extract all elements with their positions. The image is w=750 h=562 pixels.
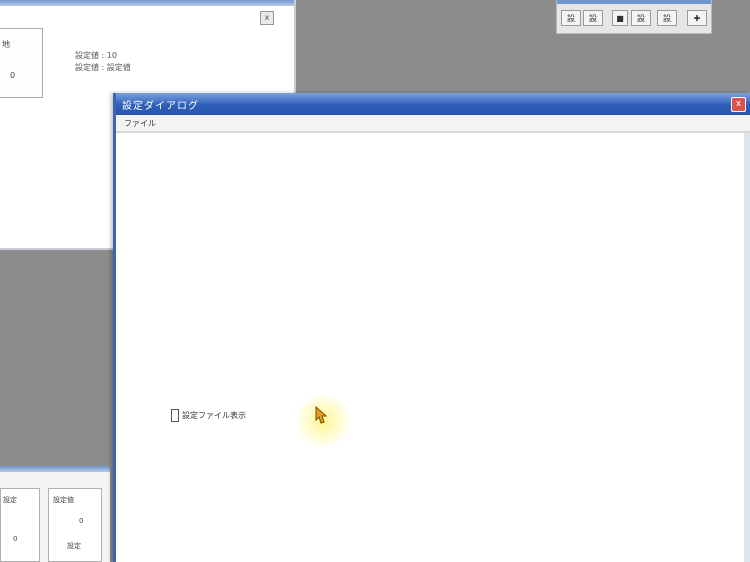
main-dialog-title-bar[interactable]: 設定ダイアログ x [116, 93, 750, 115]
bottom-panel-right[interactable]: 設定値 0 設定 [48, 488, 102, 562]
bottom-panel-text: 0 [13, 535, 18, 543]
floating-toolbar: 設 設 ■ 設 設 ✚ [556, 0, 712, 34]
back-window-info-line: 設定値 : 設定値 [75, 63, 131, 72]
toolbar-title-strip[interactable] [557, 0, 711, 4]
bottom-panel-text: 設定値 [53, 496, 74, 504]
toolbar-button[interactable]: 設 [657, 10, 677, 26]
toolbar-button[interactable]: 設 [631, 10, 651, 26]
vertical-scrollbar[interactable] [744, 133, 750, 562]
main-dialog-close-icon[interactable]: x [731, 97, 746, 112]
main-dialog-window: 設定ダイアログ x ファイル 設定ファイル表示 [113, 93, 750, 562]
option-checkbox-label: 設定ファイル表示 [182, 411, 246, 420]
bottom-panel-title-strip[interactable] [0, 466, 110, 472]
toolbar-add-icon[interactable]: ✚ [687, 10, 707, 26]
back-window-close-icon[interactable]: x [260, 11, 274, 25]
back-window-info-line: 設定値 : 10 [75, 51, 117, 60]
option-checkbox[interactable] [171, 409, 179, 422]
bottom-left-panels: 設定 0 設定値 0 設定 [0, 466, 110, 562]
tree-node-label: 地 [2, 40, 10, 49]
tree-node-value: 0 [10, 71, 16, 80]
menu-item-file[interactable]: ファイル [124, 118, 156, 129]
bottom-panel-text: 設定 [67, 542, 81, 550]
menu-bar: ファイル [116, 115, 750, 133]
toolbar-button[interactable]: 設 [561, 10, 581, 26]
bottom-panel-text: 0 [79, 517, 84, 525]
main-dialog-title: 設定ダイアログ [122, 101, 199, 112]
toolbar-button[interactable]: 設 [583, 10, 603, 26]
back-window-tree-panel[interactable]: 地 0 [0, 28, 43, 98]
pointer-cursor-icon [315, 405, 328, 424]
back-window-title-strip[interactable] [0, 0, 294, 6]
bottom-panel-left[interactable]: 設定 0 [0, 488, 40, 562]
toolbar-button[interactable]: ■ [612, 10, 628, 26]
bottom-panel-text: 設定 [3, 496, 17, 504]
checkbox-row[interactable]: 設定ファイル表示 [171, 409, 246, 422]
